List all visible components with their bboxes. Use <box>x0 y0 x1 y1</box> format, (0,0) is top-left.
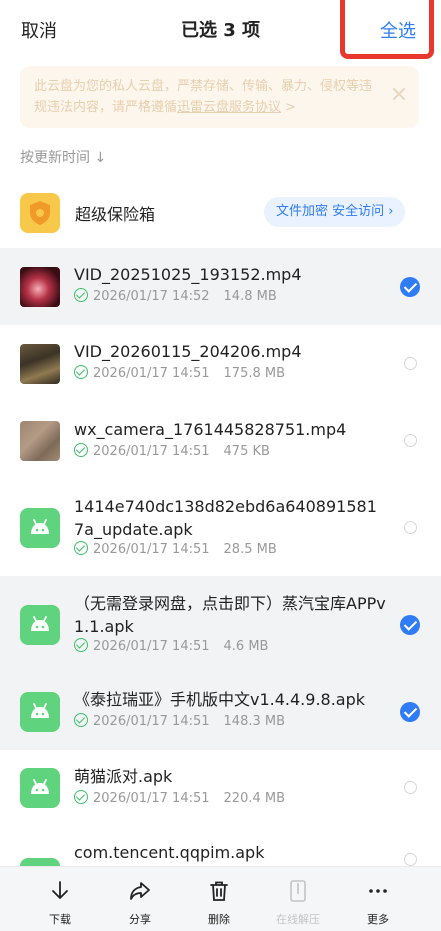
file-size: 148.3 MB <box>223 714 286 729</box>
android-apk-icon <box>20 768 60 808</box>
bottom-toolbar: 下载 分享 删除 在线解压 更多 <box>0 866 441 931</box>
file-date: 2026/01/17 14:51 <box>93 444 210 459</box>
unzip-button[interactable]: 在线解压 <box>258 867 338 931</box>
file-date: 2026/01/17 14:51 <box>93 542 210 557</box>
vault-shield-icon <box>20 193 60 233</box>
file-meta: 2026/01/17 14:51 220.4 MB <box>74 790 285 806</box>
notice-banner: 此云盘为您的私人云盘，严禁存储、传输、暴力、侵权等违规违法内容，请严格遵循迅雷云… <box>20 66 419 128</box>
video-thumbnail <box>20 267 60 307</box>
synced-check-icon <box>74 541 88 555</box>
file-size: 4.6 MB <box>223 639 269 654</box>
android-apk-icon <box>20 692 60 732</box>
file-row[interactable]: （无需登录网盘，点击即下）蒸汽宝库APPv1.1.apk 2026/01/17 1… <box>0 576 441 673</box>
share-icon <box>130 882 150 900</box>
file-name: （无需登录网盘，点击即下）蒸汽宝库APPv1.1.apk <box>74 594 386 636</box>
file-name: 《泰拉瑞亚》手机版中文v1.4.4.9.8.apk <box>74 690 366 709</box>
file-date: 2026/01/17 14:52 <box>93 289 210 304</box>
download-label: 下载 <box>49 913 71 926</box>
synced-check-icon <box>74 443 88 457</box>
file-name: wx_camera_1761445828751.mp4 <box>74 420 347 439</box>
file-meta: 2026/01/17 14:51 28.5 MB <box>74 541 277 557</box>
notice-link-arrow: > <box>281 100 297 115</box>
file-row[interactable]: VID_20260115_204206.mp4 2026/01/17 14:51 1… <box>0 325 441 403</box>
delete-button[interactable]: 删除 <box>179 867 259 931</box>
file-name: com.tencent.qqpim.apk <box>74 843 265 862</box>
video-thumbnail <box>20 344 60 384</box>
file-date: 2026/01/17 14:51 <box>93 714 210 729</box>
unchecked-circle-icon[interactable] <box>404 434 417 447</box>
trash-icon <box>210 881 228 901</box>
file-name: VID_20260115_204206.mp4 <box>74 342 302 361</box>
download-icon <box>52 881 68 899</box>
share-button[interactable]: 分享 <box>100 867 180 931</box>
highlight-annotation <box>340 0 434 59</box>
file-name: 1414e740dc138d82ebd6a6408915817a_update.… <box>74 497 377 539</box>
close-icon[interactable] <box>391 86 407 102</box>
file-row[interactable]: VID_20251025_193152.mp4 2026/01/17 14:52 1… <box>0 248 441 325</box>
file-date: 2026/01/17 14:51 <box>93 791 210 806</box>
file-size: 28.5 MB <box>223 542 277 557</box>
more-label: 更多 <box>367 913 389 926</box>
synced-check-icon <box>74 713 88 727</box>
file-size: 475 KB <box>223 444 270 459</box>
file-meta: 2026/01/17 14:51 175.8 MB <box>74 365 285 381</box>
checked-circle-icon[interactable] <box>400 615 420 635</box>
unchecked-circle-icon[interactable] <box>404 853 417 866</box>
synced-check-icon <box>74 288 88 302</box>
unchecked-circle-icon[interactable] <box>404 521 417 534</box>
file-date: 2026/01/17 14:51 <box>93 366 210 381</box>
file-row[interactable]: wx_camera_1761445828751.mp4 2026/01/17 14… <box>0 403 441 479</box>
more-icon <box>369 889 387 893</box>
file-meta: 2026/01/17 14:52 14.8 MB <box>74 288 277 304</box>
vault-label: 超级保险箱 <box>75 205 156 224</box>
share-label: 分享 <box>129 913 151 926</box>
checked-circle-icon[interactable] <box>400 702 420 722</box>
top-bar: 取消 已选 3 项 全选 <box>0 0 441 59</box>
download-button[interactable]: 下载 <box>20 867 100 931</box>
more-button[interactable]: 更多 <box>338 867 418 931</box>
vault-row[interactable]: 超级保险箱 文件加密 安全访问 › <box>0 180 441 242</box>
encrypt-access-button[interactable]: 文件加密 安全访问 › <box>264 197 406 227</box>
zip-file-icon <box>290 880 306 902</box>
synced-check-icon <box>74 365 88 379</box>
service-agreement-link[interactable]: 迅雷云盘服务协议 <box>177 100 281 115</box>
file-row[interactable]: 1414e740dc138d82ebd6a6408915817a_update.… <box>0 479 441 576</box>
file-date: 2026/01/17 14:51 <box>93 639 210 654</box>
synced-check-icon <box>74 790 88 804</box>
file-row[interactable]: 萌猫派对.apk 2026/01/17 14:51 220.4 MB <box>0 750 441 826</box>
file-size: 14.8 MB <box>223 289 277 304</box>
unchecked-circle-icon[interactable] <box>404 357 417 370</box>
file-meta: 2026/01/17 14:51 4.6 MB <box>74 638 268 654</box>
unchecked-circle-icon[interactable] <box>404 781 417 794</box>
file-name: VID_20251025_193152.mp4 <box>74 265 302 284</box>
video-thumbnail <box>20 421 60 461</box>
file-name: 萌猫派对.apk <box>74 767 173 786</box>
synced-check-icon <box>74 638 88 652</box>
sort-selector[interactable]: 按更新时间 ↓ <box>20 147 106 167</box>
file-meta: 2026/01/17 14:51 475 KB <box>74 443 270 459</box>
android-apk-icon <box>20 508 60 548</box>
delete-label: 删除 <box>208 913 230 926</box>
file-meta: 2026/01/17 14:51 148.3 MB <box>74 713 285 729</box>
file-size: 220.4 MB <box>223 791 286 806</box>
checked-circle-icon[interactable] <box>400 277 420 297</box>
file-size: 175.8 MB <box>223 366 286 381</box>
android-apk-icon <box>20 605 60 645</box>
unzip-label: 在线解压 <box>276 913 320 926</box>
file-row[interactable]: 《泰拉瑞亚》手机版中文v1.4.4.9.8.apk 2026/01/17 14:5… <box>0 673 441 750</box>
